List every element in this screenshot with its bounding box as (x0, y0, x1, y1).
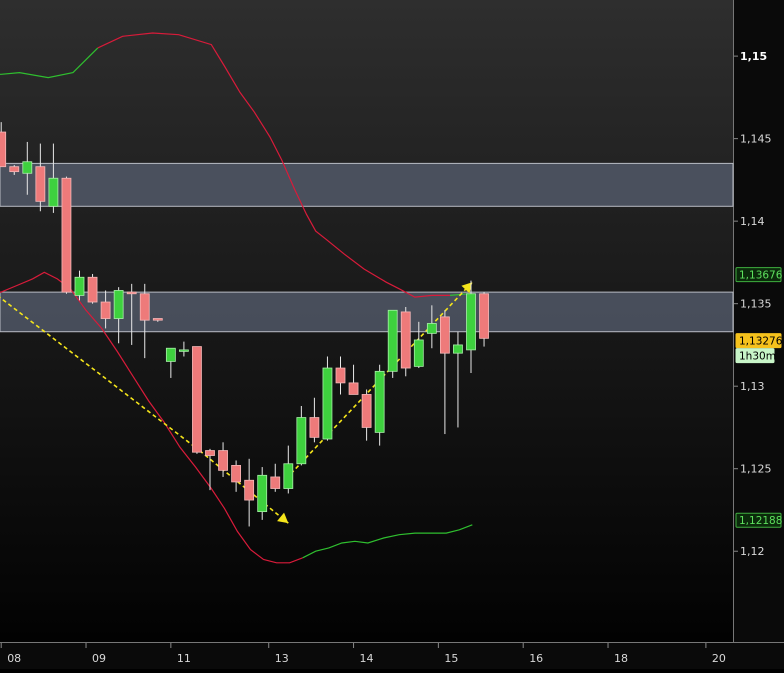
bearish-candle[interactable] (9, 166, 20, 173)
bearish-candle[interactable] (270, 476, 281, 489)
bullish-candle[interactable] (74, 276, 85, 296)
bullish-candle[interactable] (165, 347, 176, 362)
time-axis-background (0, 643, 784, 669)
bearish-candle[interactable] (100, 301, 111, 319)
price-tick-label: 1,12 (740, 545, 765, 558)
bearish-candle[interactable] (0, 131, 7, 168)
price-tick-label: 1,14 (740, 215, 765, 228)
bearish-candle[interactable] (309, 417, 320, 438)
time-tick-label: 08 (7, 652, 21, 665)
chart-container[interactable]: 1,15 1,145 1,14 1,135 1,13 1,125 1,12 08 09 11 13… (0, 0, 784, 669)
bullish-candle[interactable] (283, 463, 294, 489)
price-tick-label: 1,13 (740, 380, 765, 393)
band-value-label: 1,13676 (739, 270, 783, 282)
bearish-candle[interactable] (87, 276, 98, 303)
bullish-candle[interactable] (22, 161, 33, 174)
bearish-candle[interactable] (61, 177, 72, 293)
bullish-candle[interactable] (453, 344, 463, 354)
bullish-candle[interactable] (387, 309, 398, 372)
time-tick-label: 18 (614, 652, 628, 665)
time-tick-label: 13 (275, 652, 289, 665)
time-tick-label: 15 (444, 652, 458, 665)
resistance-zone (0, 162, 734, 207)
price-tick-label: 1,145 (740, 133, 772, 146)
bearish-candle[interactable] (244, 479, 255, 501)
bearish-candle[interactable] (218, 450, 228, 471)
time-tick-label: 16 (529, 652, 543, 665)
bullish-candle[interactable] (48, 177, 59, 207)
bearish-candle[interactable] (400, 311, 411, 369)
bearish-candle[interactable] (192, 346, 202, 453)
bearish-candle[interactable] (348, 382, 359, 395)
bullish-candle[interactable] (426, 323, 437, 334)
bearish-candle[interactable] (361, 394, 372, 428)
bearish-candle[interactable] (35, 166, 46, 202)
bullish-candle[interactable] (178, 349, 189, 352)
time-tick-label: 09 (92, 652, 106, 665)
time-tick-label: 20 (712, 652, 726, 665)
time-tick-label: 14 (360, 652, 374, 665)
candlestick-chart[interactable]: 1,15 1,145 1,14 1,135 1,13 1,125 1,12 08 09 11 13… (0, 0, 784, 669)
price-tick-label: 1,125 (740, 463, 772, 476)
bearish-candle[interactable] (126, 291, 137, 295)
last-price-label: 1,13276 (739, 336, 783, 348)
bearish-candle[interactable] (139, 293, 150, 321)
timeframe-label: 1h30m (739, 351, 776, 363)
bearish-candle[interactable] (231, 465, 242, 483)
bearish-candle[interactable] (335, 367, 346, 384)
bullish-candle[interactable] (322, 367, 333, 440)
bullish-candle[interactable] (113, 290, 124, 319)
bearish-candle[interactable] (205, 450, 215, 456)
price-tick-label: 1,135 (740, 298, 772, 311)
bullish-candle[interactable] (257, 474, 268, 513)
bearish-candle[interactable] (439, 316, 450, 354)
price-tick-label: 1,15 (740, 50, 767, 63)
time-tick-label: 11 (177, 652, 191, 665)
bullish-candle[interactable] (374, 370, 385, 433)
bullish-candle[interactable] (466, 293, 476, 351)
bearish-candle[interactable] (152, 318, 163, 321)
bearish-candle[interactable] (479, 293, 489, 339)
bullish-candle[interactable] (413, 339, 424, 367)
band-value-label: 1,12188 (739, 515, 782, 527)
bullish-candle[interactable] (296, 417, 307, 465)
